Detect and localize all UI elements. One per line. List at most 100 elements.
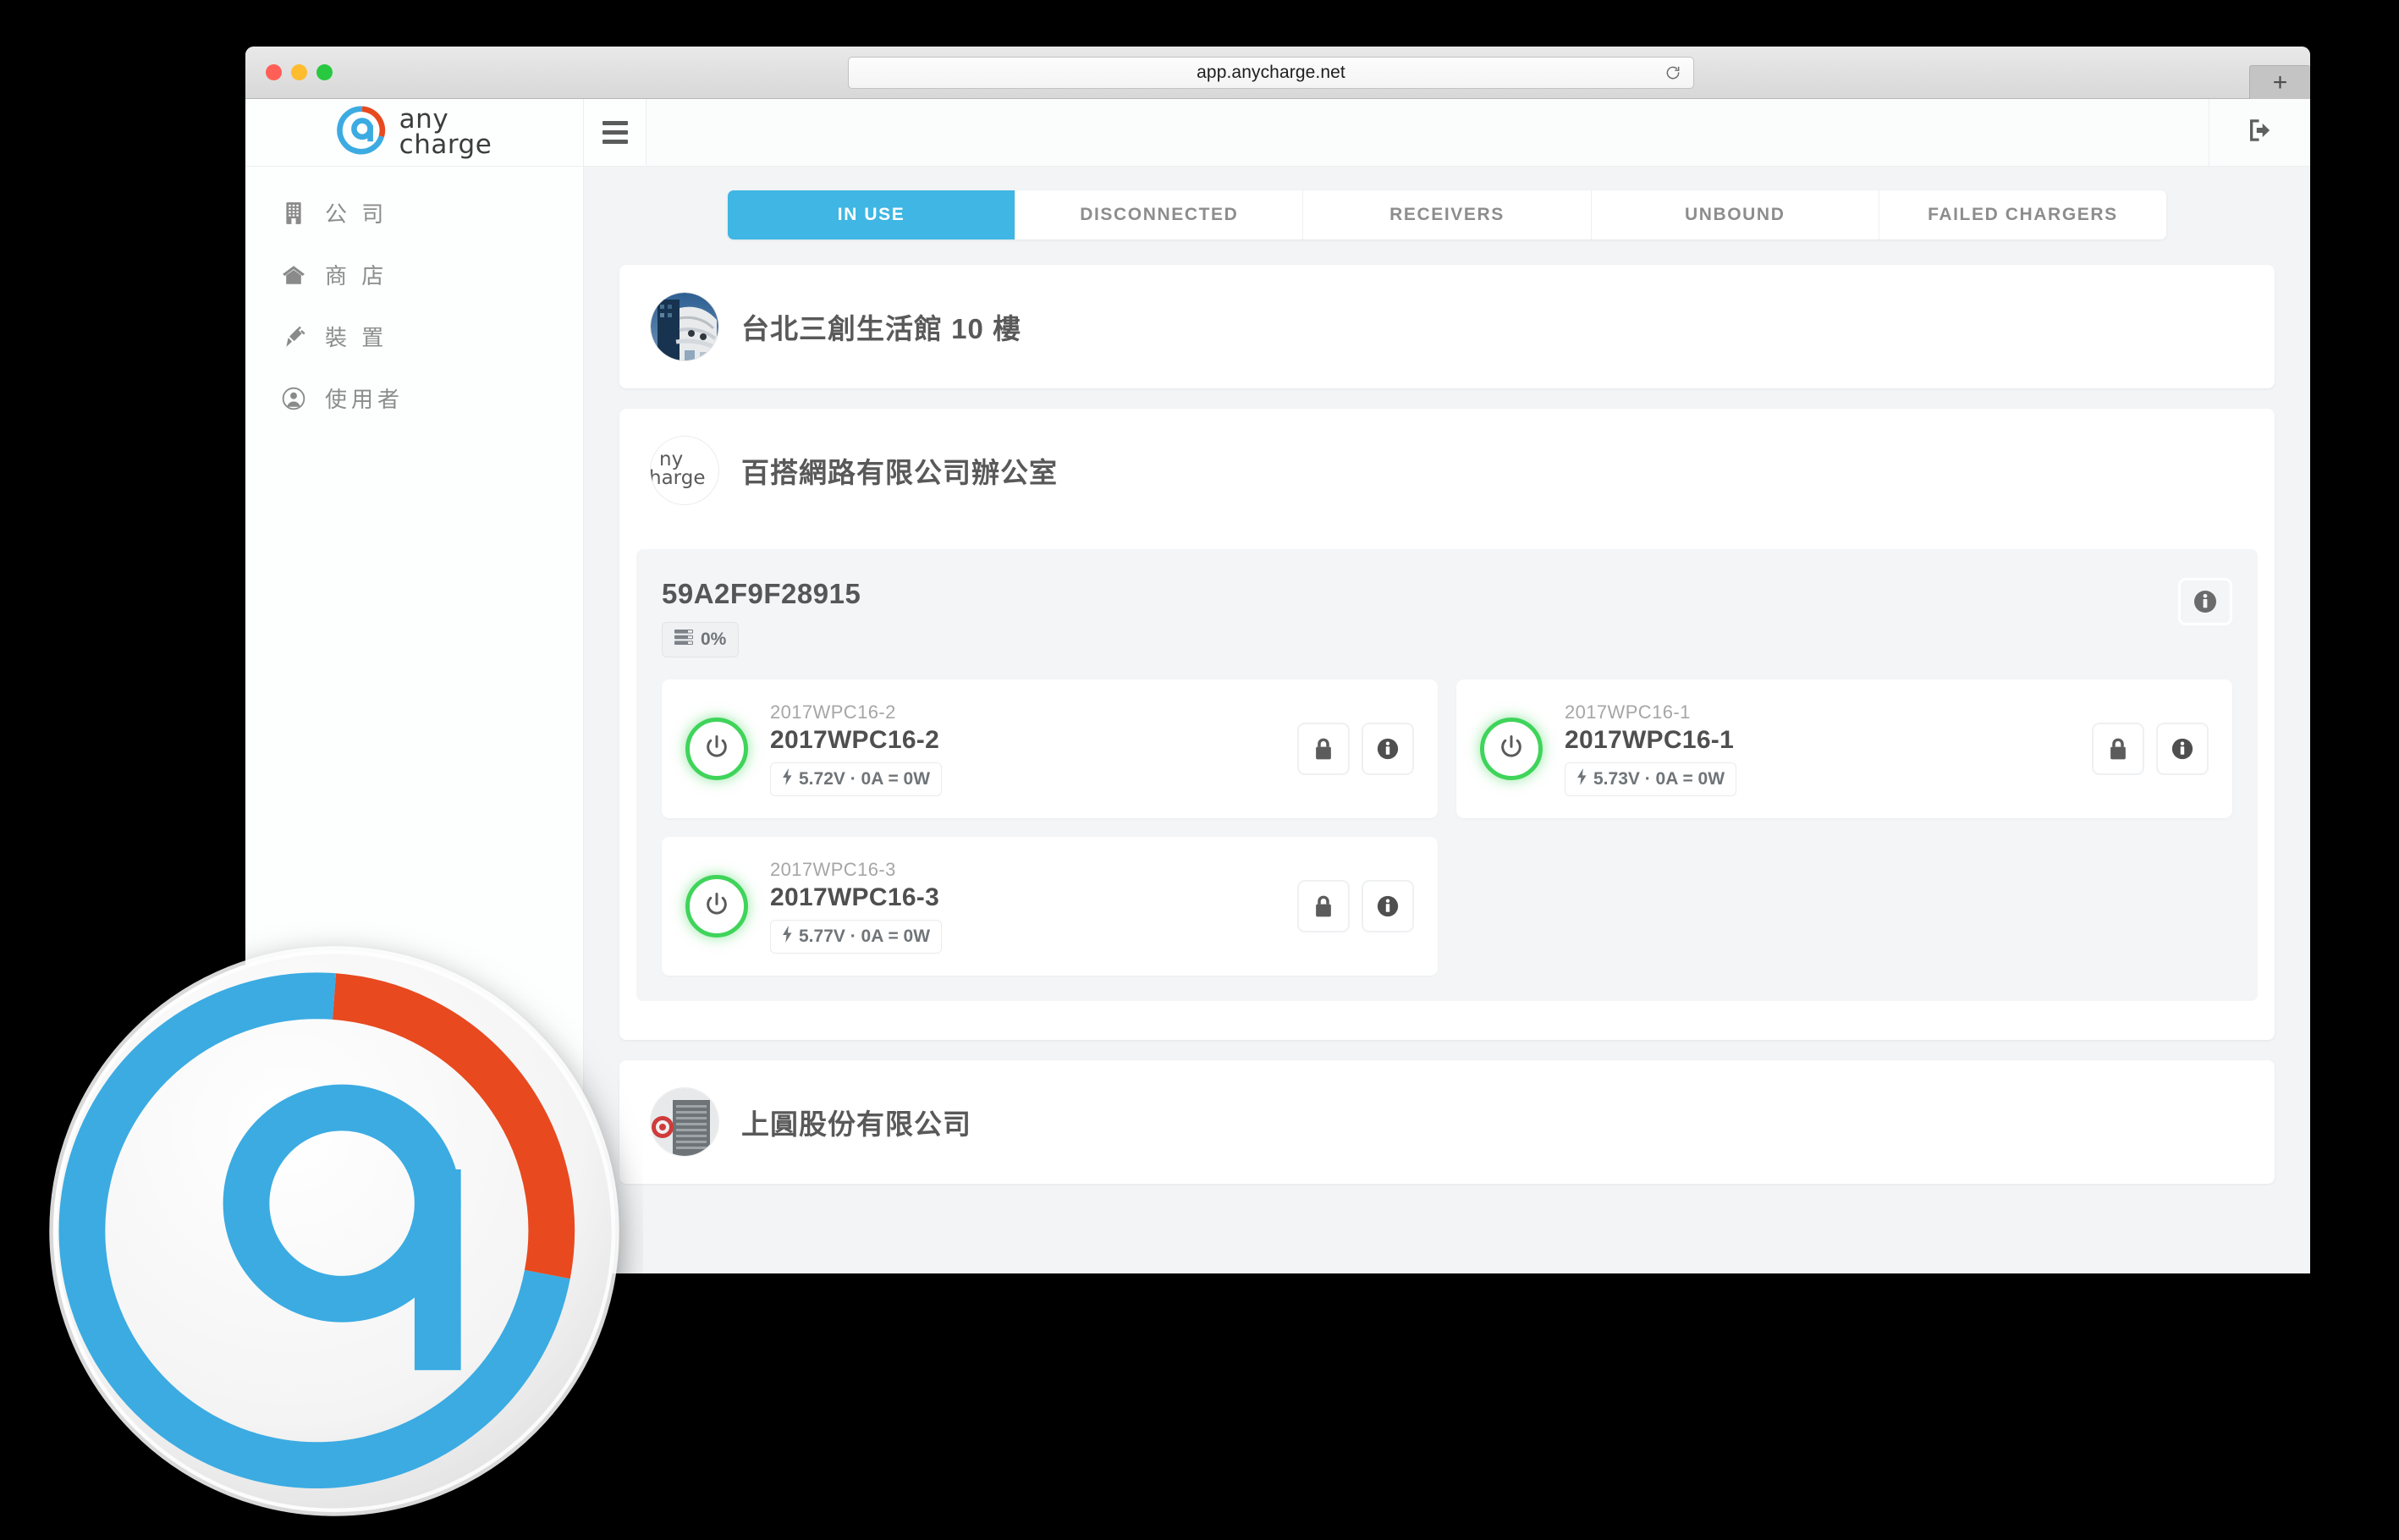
device-card[interactable]: 2017WPC16-2 2017WPC16-2 5.72V · 0A = 0W — [662, 679, 1438, 818]
location-row[interactable]: 上圓股份有限公司 — [619, 1060, 2275, 1184]
device-sub-label: 2017WPC16-3 — [770, 859, 896, 880]
device-info: 2017WPC16-2 2017WPC16-2 5.72V · 0A = 0W — [770, 701, 1275, 796]
minimize-window-button[interactable] — [291, 64, 307, 80]
location-name: 台北三創生活館 10 樓 — [741, 313, 1022, 344]
main-content: IN USE DISCONNECTED RECEIVERS UNBOUND FA… — [584, 167, 2310, 1273]
sidebar-item-label: 公 司 — [325, 201, 388, 227]
sign-out-icon — [2245, 115, 2275, 150]
hamburger-menu-button[interactable] — [584, 99, 647, 166]
lock-icon — [1312, 737, 1334, 761]
info-icon — [1376, 894, 1400, 918]
user-icon — [281, 386, 306, 411]
device-actions — [1297, 723, 1414, 775]
device-sub-label: 2017WPC16-1 — [1565, 701, 1691, 723]
device-card[interactable]: 2017WPC16-1 2017WPC16-1 5.73V · 0A = 0W — [1456, 679, 2232, 818]
brand-logo[interactable]: any charge — [245, 99, 584, 166]
sidebar-item-company[interactable]: 公 司 — [245, 182, 583, 244]
info-icon — [2171, 737, 2194, 761]
sidebar: 公 司 商 店 裝 置 使用者 — [245, 167, 584, 1273]
device-lock-button[interactable] — [1297, 723, 1350, 775]
info-icon — [2193, 589, 2218, 614]
header-spacer — [647, 99, 2209, 166]
building-icon — [281, 201, 306, 226]
bolt-icon — [782, 926, 793, 948]
location-name: 百搭網路有限公司辦公室 — [741, 457, 1058, 488]
plug-icon — [281, 324, 306, 349]
browser-titlebar: app.anycharge.net + — [245, 47, 2310, 99]
zoom-window-button[interactable] — [316, 64, 333, 80]
brand-line-2: charge — [399, 129, 492, 160]
sidebar-item-store[interactable]: 商 店 — [245, 244, 583, 305]
sidebar-item-label: 商 店 — [325, 263, 388, 289]
lock-icon — [2107, 737, 2129, 761]
sidebar-item-users[interactable]: 使用者 — [245, 367, 583, 429]
url-bar[interactable]: app.anycharge.net — [848, 57, 1694, 89]
server-bars-icon — [674, 629, 693, 651]
device-name: 2017WPC16-3 — [770, 883, 940, 911]
tab-in-use[interactable]: IN USE — [728, 190, 1016, 239]
hamburger-icon — [602, 121, 628, 144]
charger-group-header: 59A2F9F28915 0% — [662, 578, 2232, 657]
location-group-panel: ny harge 百搭網路有限公司辦公室 59A2F9F28915 0% 201… — [619, 409, 2275, 1040]
app-root: any charge 公 司 商 店 裝 置 使用者 IN USE DISCON… — [245, 99, 2310, 1273]
charger-info-button[interactable] — [2178, 578, 2232, 625]
bolt-icon — [1576, 768, 1587, 790]
power-status-indicator[interactable] — [1480, 718, 1543, 780]
tab-unbound[interactable]: UNBOUND — [1591, 190, 1879, 239]
charger-group: 59A2F9F28915 0% 2017WPC16-2 2017WPC16-2 … — [636, 549, 2258, 1001]
device-sub-label: 2017WPC16-2 — [770, 701, 896, 723]
device-card[interactable]: 2017WPC16-3 2017WPC16-3 5.77V · 0A = 0W — [662, 837, 1438, 976]
device-lock-button[interactable] — [2092, 723, 2144, 775]
location-row[interactable]: 台北三創生活館 10 樓 — [619, 265, 2275, 388]
avatar — [650, 1087, 719, 1157]
app-body: 公 司 商 店 裝 置 使用者 IN USE DISCONNECTED RECE… — [245, 167, 2310, 1273]
device-actions — [1297, 880, 1414, 932]
device-info: 2017WPC16-3 2017WPC16-3 5.77V · 0A = 0W — [770, 859, 1275, 954]
status-tabs: IN USE DISCONNECTED RECEIVERS UNBOUND FA… — [728, 190, 2166, 239]
power-icon — [1497, 733, 1526, 766]
power-readout: 5.77V · 0A = 0W — [770, 920, 943, 954]
device-name: 2017WPC16-2 — [770, 726, 940, 754]
avatar: ny harge — [650, 436, 719, 505]
lock-icon — [1312, 894, 1334, 918]
location-panel[interactable]: 台北三創生活館 10 樓 — [619, 265, 2275, 388]
sidebar-item-devices[interactable]: 裝 置 — [245, 305, 583, 367]
power-status-indicator[interactable] — [685, 718, 748, 780]
info-icon — [1376, 737, 1400, 761]
power-icon — [702, 890, 731, 923]
power-readout: 5.72V · 0A = 0W — [770, 762, 943, 796]
location-row[interactable]: ny harge 百搭網路有限公司辦公室 — [619, 409, 2275, 532]
power-value: 5.77V · 0A = 0W — [799, 927, 931, 946]
device-info-button[interactable] — [1362, 723, 1414, 775]
device-info-button[interactable] — [1362, 880, 1414, 932]
reload-icon[interactable] — [1664, 64, 1681, 81]
logout-button[interactable] — [2209, 99, 2310, 166]
window-controls — [266, 64, 333, 80]
power-status-indicator[interactable] — [685, 875, 748, 938]
load-percent: 0% — [701, 630, 727, 649]
power-value: 5.72V · 0A = 0W — [799, 769, 931, 789]
device-lock-button[interactable] — [1297, 880, 1350, 932]
svg-text:harge: harge — [651, 467, 705, 489]
home-icon — [281, 262, 306, 288]
tab-failed-chargers[interactable]: FAILED CHARGERS — [1879, 190, 2166, 239]
anycharge-mark-icon — [336, 105, 388, 160]
charger-serial: 59A2F9F28915 — [662, 578, 861, 609]
sidebar-item-label: 裝 置 — [325, 325, 388, 350]
avatar — [650, 292, 719, 361]
device-info: 2017WPC16-1 2017WPC16-1 5.73V · 0A = 0W — [1565, 701, 2070, 796]
device-name: 2017WPC16-1 — [1565, 726, 1735, 754]
location-name: 上圓股份有限公司 — [741, 1108, 971, 1140]
device-grid: 2017WPC16-2 2017WPC16-2 5.72V · 0A = 0W — [662, 679, 2232, 976]
tab-disconnected[interactable]: DISCONNECTED — [1015, 190, 1304, 239]
power-icon — [702, 733, 731, 766]
tab-receivers[interactable]: RECEIVERS — [1303, 190, 1592, 239]
app-header: any charge — [245, 99, 2310, 167]
close-window-button[interactable] — [266, 64, 282, 80]
browser-window: app.anycharge.net + any charge 公 司 商 店 裝… — [245, 47, 2310, 1273]
bolt-icon — [782, 768, 793, 790]
device-info-button[interactable] — [2156, 723, 2209, 775]
device-actions — [2092, 723, 2209, 775]
new-tab-button[interactable]: + — [2249, 65, 2310, 99]
location-panel[interactable]: 上圓股份有限公司 — [619, 1060, 2275, 1184]
